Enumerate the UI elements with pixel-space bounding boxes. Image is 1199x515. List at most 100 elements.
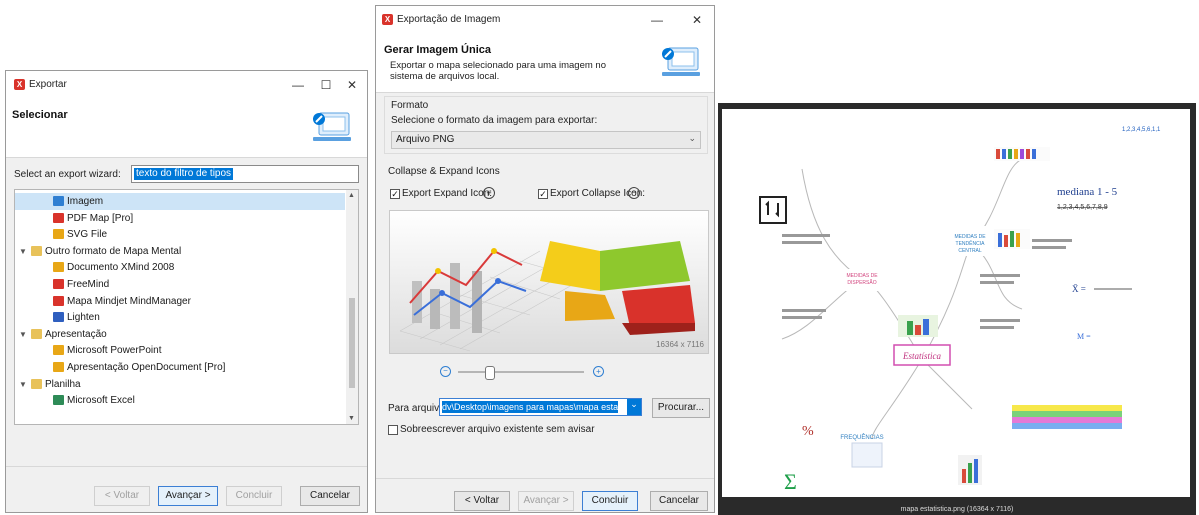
tree-category-row[interactable]: ▼ Outro formato de Mapa Mental xyxy=(15,243,345,260)
svg-text:CENTRAL: CENTRAL xyxy=(958,248,982,254)
expand-plus-icon: + xyxy=(483,187,495,199)
preview-size-label: 16364 x 7116 xyxy=(656,340,704,349)
tree-item-label: Microsoft PowerPoint xyxy=(67,345,162,357)
wizard-filter-text: texto do filtro de tipos xyxy=(134,168,234,180)
excel-icon xyxy=(53,395,64,406)
tree-item-label: Apresentação OpenDocument [Pro] xyxy=(67,362,226,373)
tree-item-label: Microsoft Excel xyxy=(67,395,135,407)
cancel-button[interactable]: Cancelar xyxy=(300,486,360,506)
tree-item-label: Outro formato de Mapa Mental xyxy=(45,245,182,257)
tree-item-label: SVG File xyxy=(67,229,108,241)
back-button[interactable]: < Voltar xyxy=(454,491,510,511)
tree-item-row[interactable]: Microsoft PowerPoint xyxy=(15,342,345,359)
tree-item-row[interactable]: SVG File xyxy=(15,226,345,243)
format-group: Formato Selecione o formato da imagem pa… xyxy=(384,96,708,154)
svg-text:DISPERSÃO: DISPERSÃO xyxy=(847,279,876,286)
chevron-down-icon[interactable]: ▼ xyxy=(19,243,27,260)
zoom-slider[interactable] xyxy=(458,366,584,380)
cancel-button[interactable]: Cancelar xyxy=(650,491,708,511)
svg-text:FREQUÊNCIAS: FREQUÊNCIAS xyxy=(840,433,883,441)
expand-icon-label: Export Expand Icon: xyxy=(402,188,493,199)
chevron-down-icon[interactable]: ⌄ xyxy=(627,399,641,415)
svg-text:TENDÊNCIA: TENDÊNCIA xyxy=(956,239,986,247)
scroll-thumb[interactable] xyxy=(349,298,355,388)
collapse-minus-icon: − xyxy=(628,187,640,199)
tree-item-row[interactable]: Apresentação OpenDocument [Pro] xyxy=(15,359,345,376)
folder-icon xyxy=(31,245,42,256)
file-path-value: dv\Desktop\imagens para mapas\mapa estat… xyxy=(442,401,618,413)
zoom-slider-thumb[interactable] xyxy=(485,366,495,380)
expand-icon-checkbox[interactable]: ✓ xyxy=(390,189,400,199)
image-export-dialog: X Exportação de Imagem — ✕ Gerar Imagem … xyxy=(375,5,715,513)
finish-button[interactable]: Concluir xyxy=(582,491,638,511)
tree-scrollbar[interactable]: ▲ ▼ xyxy=(346,190,358,424)
tree-item-label: Lighten xyxy=(67,312,100,324)
svg-text:MEDIDAS DE: MEDIDAS DE xyxy=(954,234,986,240)
zoom-in-icon[interactable]: + xyxy=(593,366,604,377)
next-button[interactable]: Avançar > xyxy=(158,486,218,506)
svg-text:mediana 1 - 5: mediana 1 - 5 xyxy=(1057,186,1118,198)
export-wizard-illustration-icon xyxy=(313,112,351,141)
svg-text:1,2,3,4,5,6,7,8,9: 1,2,3,4,5,6,7,8,9 xyxy=(1057,204,1108,211)
exported-mindmap-image: Estatística MEDIDAS DE TENDÊNCIA CENTRAL… xyxy=(722,109,1190,497)
image-caption: mapa estatistica.png (16364 x 7116) xyxy=(900,506,1014,513)
chevron-down-icon[interactable]: ▼ xyxy=(19,326,27,343)
tree-item-row[interactable]: PDF Map [Pro] xyxy=(15,210,345,227)
minimize-button[interactable]: — xyxy=(289,76,307,94)
minimize-button[interactable]: — xyxy=(648,11,666,29)
tree-item-row[interactable]: Documento XMind 2008 xyxy=(15,259,345,276)
file-path-input[interactable]: dv\Desktop\imagens para mapas\mapa estat… xyxy=(439,398,642,416)
svg-text:1,2,3,4,5,6,1,1: 1,2,3,4,5,6,1,1 xyxy=(1122,127,1161,133)
overwrite-label: Sobreescrever arquivo existente sem avis… xyxy=(400,424,595,435)
freemind-icon xyxy=(53,279,64,289)
export-dialog: X Exportar — ☐ ✕ Selecionar Select an ex… xyxy=(5,70,368,513)
overwrite-checkbox[interactable] xyxy=(388,425,398,435)
tree-item-label: Apresentação xyxy=(45,328,107,340)
image-export-title: Exportação de Imagem xyxy=(397,14,501,25)
image-export-titlebar: X Exportação de Imagem — ✕ xyxy=(376,6,714,34)
tree-item-label: FreeMind xyxy=(67,279,110,290)
exported-image-viewer: Estatística MEDIDAS DE TENDÊNCIA CENTRAL… xyxy=(718,103,1196,515)
tree-item-row[interactable]: Mapa Mindjet MindManager xyxy=(15,293,345,310)
chevron-down-icon[interactable]: ▼ xyxy=(19,376,27,393)
svg-text:%: % xyxy=(802,424,814,439)
export-title: Exportar xyxy=(29,79,67,90)
folder-icon xyxy=(31,378,42,389)
export-wizard-tree[interactable]: Imagem PDF Map [Pro] SVG File ▼ Outro format… xyxy=(14,189,359,425)
preview-chart-graphic xyxy=(390,211,708,353)
image-export-description: Exportar o mapa selecionado para uma ima… xyxy=(390,60,606,82)
maximize-button[interactable]: ☐ xyxy=(317,76,335,94)
collapse-group-label: Collapse & Expand Icons xyxy=(388,166,500,177)
tree-category-row[interactable]: ▼ Apresentação xyxy=(15,326,345,343)
tree-item-row[interactable]: Lighten xyxy=(15,309,345,326)
tree-item-row[interactable]: Microsoft Excel xyxy=(15,392,345,409)
scroll-down-arrow-icon[interactable]: ▼ xyxy=(348,415,355,422)
back-button[interactable]: < Voltar xyxy=(94,486,150,506)
close-button[interactable]: ✕ xyxy=(343,76,361,94)
tree-item-label: Mapa Mindjet MindManager xyxy=(67,295,191,307)
wizard-filter-input[interactable]: texto do filtro de tipos xyxy=(131,165,359,183)
chevron-down-icon: ⌄ xyxy=(688,133,696,143)
folder-icon xyxy=(31,328,42,339)
tree-item-row[interactable]: FreeMind xyxy=(15,276,345,293)
mindmap-graphic: Estatística MEDIDAS DE TENDÊNCIA CENTRAL… xyxy=(759,127,1161,494)
format-group-label: Formato xyxy=(391,100,429,111)
export-titlebar: X Exportar — ☐ ✕ xyxy=(6,71,367,99)
next-button[interactable]: Avançar > xyxy=(518,491,574,511)
tree-item-label: PDF Map [Pro] xyxy=(67,212,134,224)
image-export-button-divider xyxy=(376,478,714,479)
browse-button[interactable]: Procurar... xyxy=(652,398,710,418)
close-button[interactable]: ✕ xyxy=(688,11,706,29)
finish-button[interactable]: Concluir xyxy=(226,486,282,506)
lighten-icon xyxy=(53,312,64,323)
tree-item-row[interactable]: Imagem xyxy=(15,193,345,210)
xmind-icon xyxy=(53,262,64,273)
collapse-icon-checkbox[interactable]: ✓ xyxy=(538,189,548,199)
image-export-illustration-icon xyxy=(662,47,700,76)
scroll-up-arrow-icon[interactable]: ▲ xyxy=(348,192,355,199)
zoom-out-icon[interactable]: − xyxy=(440,366,451,377)
tree-item-label: Planilha xyxy=(45,378,81,390)
image-icon xyxy=(53,196,64,206)
format-select[interactable]: Arquivo PNG ⌄ xyxy=(391,131,701,149)
tree-category-row[interactable]: ▼ Planilha xyxy=(15,376,345,393)
